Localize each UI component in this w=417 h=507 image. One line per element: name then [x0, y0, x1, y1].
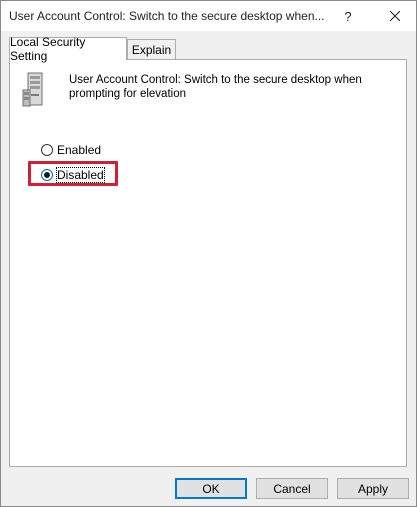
- help-button[interactable]: ?: [328, 1, 368, 31]
- close-icon: [390, 11, 400, 21]
- close-button[interactable]: [375, 1, 415, 31]
- enabled-label: Enabled: [57, 143, 102, 157]
- policy-description: User Account Control: Switch to the secu…: [69, 74, 362, 100]
- disabled-radio[interactable]: [41, 169, 53, 181]
- apply-button[interactable]: Apply: [337, 478, 409, 499]
- ok-button[interactable]: OK: [175, 478, 247, 499]
- dialog-window: User Account Control: Switch to the secu…: [0, 0, 417, 507]
- cancel-button[interactable]: Cancel: [256, 478, 328, 499]
- title-bar[interactable]: User Account Control: Switch to the secu…: [1, 1, 416, 31]
- settings-panel: User Account Control: Switch to the secu…: [9, 59, 407, 467]
- window-title: User Account Control: Switch to the secu…: [9, 9, 325, 23]
- tab-explain[interactable]: Explain: [127, 39, 176, 59]
- disabled-label: Disabled: [56, 167, 105, 183]
- tab-local-security-setting[interactable]: Local Security Setting: [9, 35, 127, 63]
- disabled-option[interactable]: Disabled: [41, 167, 105, 183]
- enabled-radio[interactable]: [41, 144, 53, 156]
- enabled-option[interactable]: Enabled: [41, 142, 101, 158]
- server-icon: [22, 72, 43, 107]
